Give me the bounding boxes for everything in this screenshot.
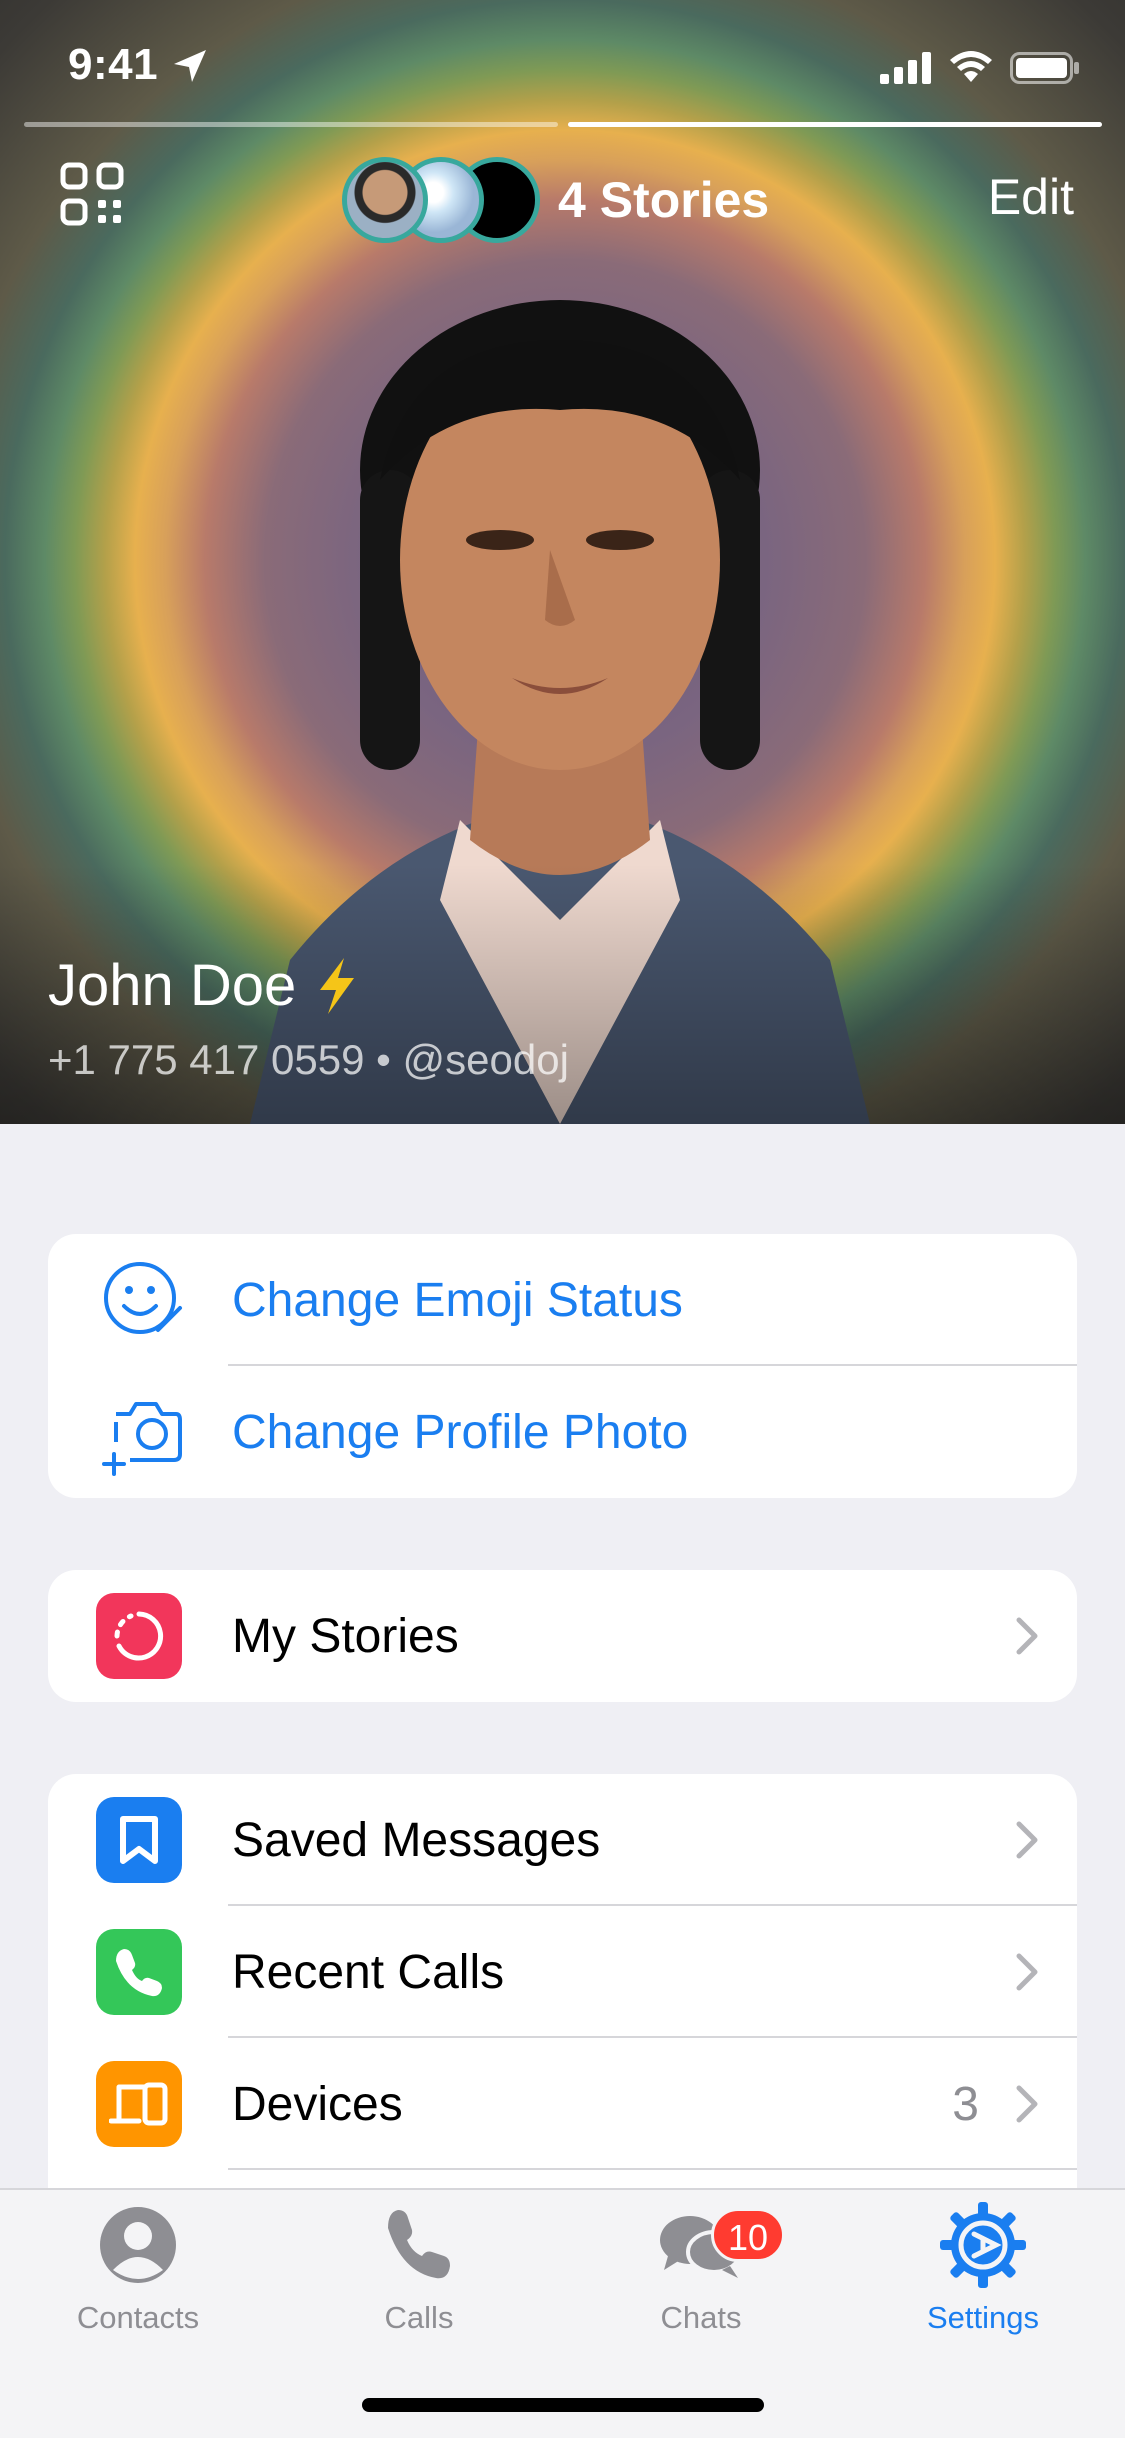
devices-icon (96, 2061, 182, 2147)
cellular-signal-icon (880, 52, 931, 84)
phone-icon (388, 2210, 450, 2279)
profile-header: 9:41 4 Stories Edit John Doe +1 775 417 … (0, 0, 1125, 1124)
location-arrow-icon (174, 50, 206, 82)
chevron-right-icon (1016, 1617, 1038, 1655)
action-label: Change Profile Photo (232, 1405, 689, 1459)
tab-calls[interactable]: Calls (319, 2200, 519, 2336)
phone-icon (96, 1929, 182, 2015)
story-avatar (342, 157, 428, 243)
status-bar: 9:41 (0, 0, 1125, 140)
profile-actions-card: Change Emoji Status Change Profile Photo (48, 1234, 1077, 1498)
status-time: 9:41 (68, 40, 159, 89)
battery-icon (1010, 52, 1079, 84)
chevron-right-icon (1016, 2085, 1038, 2123)
profile-name-row: John Doe (48, 952, 360, 1019)
saved-messages-button[interactable]: Saved Messages (48, 1774, 1077, 1906)
edit-button[interactable]: Edit (988, 168, 1074, 226)
row-divider (228, 2168, 1077, 2170)
my-stories-card: My Stories (48, 1570, 1077, 1702)
tab-chats[interactable]: Chats 10 (601, 2200, 801, 2336)
story-progress-segment (24, 122, 558, 127)
chevron-right-icon (1016, 1953, 1038, 1991)
tab-label: Calls (384, 2300, 454, 2335)
emoji-status-icon (104, 1262, 182, 1334)
bookmark-icon (96, 1797, 182, 1883)
tab-settings[interactable]: Settings (883, 2200, 1083, 2336)
change-profile-photo-button[interactable]: Change Profile Photo (48, 1366, 1077, 1498)
premium-bolt-icon[interactable] (314, 957, 360, 1014)
profile-phone-username: +1 775 417 0559 • @seodoj (48, 1036, 569, 1083)
unread-badge: 10 (711, 2208, 785, 2262)
tab-label: Settings (926, 2300, 1039, 2335)
tab-label: Contacts (76, 2300, 200, 2335)
camera-add-icon (102, 1402, 182, 1476)
profile-name: John Doe (48, 953, 297, 1018)
person-circle-icon (100, 2207, 176, 2283)
action-label: Change Emoji Status (232, 1273, 683, 1327)
change-emoji-status-button[interactable]: Change Emoji Status (48, 1234, 1077, 1366)
gear-icon (940, 2202, 1026, 2288)
settings-menu-card: Saved Messages Recent Calls Devices 3 (48, 1774, 1077, 2194)
tab-contacts[interactable]: Contacts (38, 2200, 238, 2336)
home-indicator (362, 2398, 764, 2412)
stories-label: 4 Stories (558, 172, 770, 228)
qr-code-icon[interactable] (60, 162, 124, 226)
my-stories-button[interactable]: My Stories (48, 1570, 1077, 1702)
devices-count: 3 (952, 2077, 979, 2131)
chevron-right-icon (1016, 1821, 1038, 1859)
stories-icon (96, 1593, 182, 1679)
devices-button[interactable]: Devices 3 (48, 2038, 1077, 2170)
tab-label: Chats (660, 2300, 742, 2335)
story-progress-segment (568, 122, 1102, 127)
stories-button[interactable]: 4 Stories (342, 152, 769, 248)
menu-label: Recent Calls (232, 1945, 505, 1999)
recent-calls-button[interactable]: Recent Calls (48, 1906, 1077, 2038)
menu-label: Devices (232, 2077, 403, 2131)
wifi-icon (950, 51, 992, 82)
menu-label: My Stories (232, 1609, 459, 1663)
menu-label: Saved Messages (232, 1813, 601, 1867)
